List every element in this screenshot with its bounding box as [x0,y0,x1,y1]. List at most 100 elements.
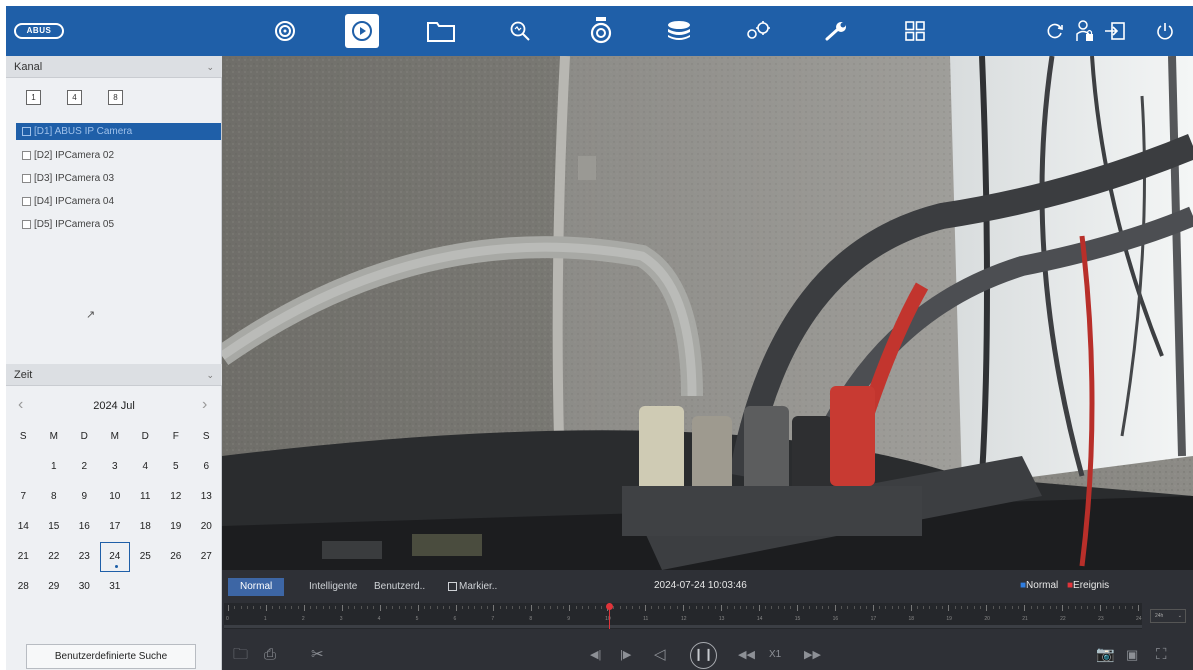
custom-search-button[interactable]: Benutzerdefinierte Suche [26,644,196,669]
calendar-day[interactable]: 24 [99,542,130,572]
timeline-minor-tick [822,606,824,609]
collapse-chevron-icon[interactable]: ⌄ [206,56,214,78]
next-month-icon[interactable]: › [202,396,207,414]
calendar-day[interactable]: 19 [161,512,192,542]
calendar-day[interactable]: 2 [69,452,100,482]
layout-4-button[interactable]: 4 [67,90,82,105]
camera-item-d1[interactable]: [D1] ABUS IP Camera [16,123,221,140]
collapse-chevron-icon[interactable]: ⌄ [206,364,214,386]
storage-icon[interactable] [662,14,696,48]
calendar-day[interactable]: 5 [161,452,192,482]
calendar-day[interactable]: 22 [39,542,70,572]
camera-item-d2[interactable]: [D2] IPCamera 02 [16,147,221,164]
timeline-minor-tick [942,606,944,609]
playback-icon[interactable] [345,14,379,48]
calendar-day[interactable]: 29 [39,572,70,602]
maintenance-icon[interactable] [819,14,853,48]
prev-month-icon[interactable]: ‹ [18,396,23,414]
refresh-icon[interactable] [1042,14,1068,48]
timeline-tick [569,605,571,611]
calendar-day[interactable]: 15 [39,512,70,542]
layout-1-button[interactable]: 1 [26,90,41,105]
reverse-play-icon[interactable]: ◁ [654,646,666,664]
scissors-icon[interactable]: ✂ [311,646,324,664]
settings-icon[interactable] [741,14,775,48]
calendar-day[interactable]: 21 [8,542,39,572]
calendar-day[interactable]: 17 [100,512,131,542]
calendar-day[interactable]: 27 [191,542,222,572]
calendar-day[interactable]: 9 [69,482,100,512]
timeline-zoom-select[interactable]: 24h ⌄ [1150,609,1186,623]
calendar-day[interactable]: 4 [130,452,161,482]
calendar-day[interactable]: 13 [191,482,222,512]
camera-checkbox[interactable] [22,197,31,206]
file-manager-icon[interactable] [424,14,458,48]
tag-checkbox[interactable] [448,582,457,591]
camera-checkbox[interactable] [22,151,31,160]
timeline-hour-label: 22 [1060,616,1066,622]
timeline-minor-tick [474,606,476,609]
timeline-marker-head[interactable] [606,603,614,610]
channel-section-header[interactable]: Kanal ⌄ [6,56,222,78]
calendar-day[interactable]: 11 [130,482,161,512]
search-icon[interactable] [503,14,537,48]
calendar-weekday-label: D [80,431,88,442]
step-back-icon[interactable]: ◀| [590,646,601,664]
camera-item-d3[interactable]: [D3] IPCamera 03 [16,170,221,187]
live-view-icon[interactable] [268,14,302,48]
calendar-day[interactable]: 6 [191,452,222,482]
legend-event: ■Ereignis [1067,580,1110,591]
slow-down-icon[interactable]: ◀◀ [738,646,755,664]
camera-checkbox[interactable] [22,220,31,229]
layout-icon[interactable] [898,14,932,48]
clip-range-icon[interactable]: ⎙ [264,646,276,664]
user-lock-icon[interactable] [1072,14,1098,48]
calendar-day[interactable]: 18 [130,512,161,542]
calendar-day[interactable]: 25 [130,542,161,572]
calendar-day[interactable]: 1 [39,452,70,482]
camera-icon[interactable] [584,14,618,48]
timeline-minor-tick [613,606,615,609]
calendar-day[interactable]: 30 [69,572,100,602]
camera-item-d4[interactable]: [D4] IPCamera 04 [16,193,221,210]
timeline-bar[interactable]: 0 1 2 3 4 5 6 7 8 9 10 11 12 13 14 15 16 17 18 19 20 21 22 23 24 [224,603,1142,629]
calendar-day[interactable]: 14 [8,512,39,542]
mode-custom-button[interactable]: Benutzerd.. [374,578,425,596]
mode-smart-button[interactable]: Intelligente [309,578,357,596]
camera-checkbox[interactable] [22,127,31,136]
mode-tag-button[interactable]: Markier.. [448,578,497,596]
fullscreen-icon[interactable]: ⛶ [1156,646,1167,664]
calendar-day[interactable]: 8 [39,482,70,512]
calendar-day[interactable]: 7 [8,482,39,512]
camera-checkbox[interactable] [22,174,31,183]
speed-up-icon[interactable]: ▶▶ [804,646,821,664]
logout-icon[interactable] [1102,14,1128,48]
step-forward-icon[interactable]: |▶ [620,646,631,664]
calendar-day[interactable]: 31 [100,572,131,602]
single-window-icon[interactable]: ▣ [1126,646,1138,664]
mode-normal-button[interactable]: Normal [228,578,285,596]
calendar-day[interactable]: 28 [8,572,39,602]
calendar-day[interactable]: 3 [100,452,131,482]
folder-icon[interactable]: 🗀 [233,646,248,664]
pause-button[interactable]: ❙❙ [690,642,717,669]
calendar-day[interactable]: 16 [69,512,100,542]
timeline-minor-tick [594,606,596,609]
video-playback-frame[interactable] [222,56,1193,570]
timeline-minor-tick [537,606,539,609]
time-section-header[interactable]: Zeit ⌄ [6,364,222,386]
snapshot-icon[interactable]: 📷 [1096,646,1115,664]
timeline-hour-label: 9 [567,616,571,622]
calendar-day[interactable]: 10 [100,482,131,512]
calendar-day[interactable]: 26 [161,542,192,572]
calendar-day[interactable]: 12 [161,482,192,512]
timeline-minor-tick [695,606,697,609]
power-icon[interactable] [1152,14,1178,48]
timeline-hour-label: 4 [377,616,381,622]
calendar-day[interactable]: 20 [191,512,222,542]
layout-8-button[interactable]: 8 [108,90,123,105]
camera-item-d5[interactable]: [D5] IPCamera 05 [16,216,221,233]
timeline-minor-tick [1036,606,1038,609]
calendar-day[interactable]: 23 [69,542,100,572]
timeline-track [224,625,1142,628]
